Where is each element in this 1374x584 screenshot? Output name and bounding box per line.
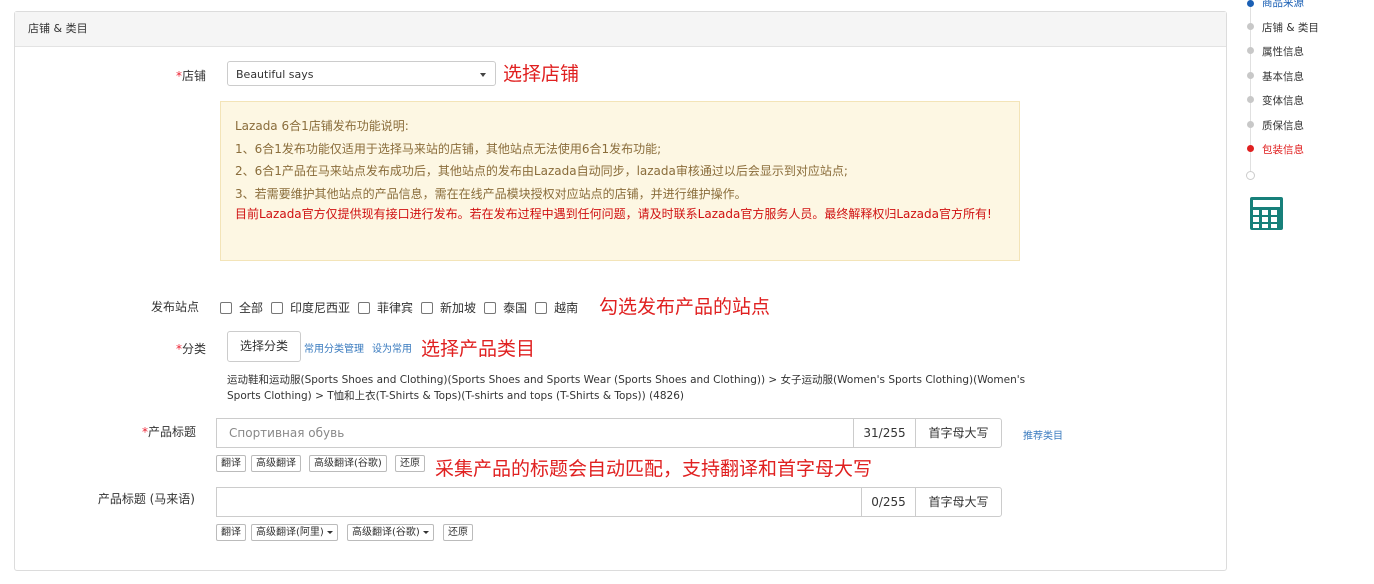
- site-checkbox-singapore[interactable]: 新加坡: [421, 299, 476, 316]
- nav-item-package[interactable]: 包装信息: [1262, 142, 1304, 157]
- product-title-input[interactable]: Спортивная обувь: [216, 418, 854, 448]
- category-annotation: 选择产品类目: [421, 338, 536, 360]
- nav-dot: [1247, 121, 1254, 128]
- malay-advanced-translate-ali-button[interactable]: 高级翻译(阿里): [251, 524, 338, 541]
- caret-down-icon: [326, 530, 333, 534]
- set-common-link[interactable]: 设为常用: [372, 340, 412, 355]
- malay-restore-button[interactable]: 还原: [443, 524, 473, 541]
- malay-advanced-translate-google-button[interactable]: 高级翻译(谷歌): [347, 524, 434, 541]
- advanced-translate-google-button[interactable]: 高级翻译(谷歌): [309, 455, 387, 472]
- nav-item-basic[interactable]: 基本信息: [1262, 69, 1304, 84]
- recommend-category-link[interactable]: 推荐类目: [1023, 427, 1063, 442]
- shop-annotation: 选择店铺: [503, 63, 580, 85]
- notice-line: 3、若需要维护其他站点的产品信息，需在在线产品模块授权对应站点的店铺，并进行维护…: [235, 186, 747, 201]
- nav-item-variants[interactable]: 变体信息: [1262, 93, 1304, 108]
- malay-title-input[interactable]: [216, 487, 862, 517]
- title-annotation: 采集产品的标题会自动匹配，支持翻译和首字母大写: [435, 458, 873, 480]
- nav-item-store-category[interactable]: 店铺 & 类目: [1262, 20, 1319, 35]
- sites-annotation: 勾选发布产品的站点: [599, 296, 771, 318]
- malay-char-counter: 0/255: [861, 487, 916, 517]
- malay-translate-button[interactable]: 翻译: [216, 524, 246, 541]
- calculator-icon[interactable]: [1250, 197, 1283, 230]
- shop-select-value: Beautiful says: [236, 68, 314, 81]
- notice-box: Lazada 6合1店铺发布功能说明: 1、6合1发布功能仅适用于选择马来站的店…: [220, 101, 1020, 261]
- site-checkbox-indonesia[interactable]: 印度尼西亚: [271, 299, 350, 316]
- product-title-label: *产品标题: [141, 425, 196, 439]
- checkbox[interactable]: [484, 301, 497, 314]
- checkbox[interactable]: [421, 301, 434, 314]
- sites-checkbox-group: 全部 印度尼西亚 菲律宾 新加坡 泰国 越南: [220, 299, 586, 316]
- shop-select[interactable]: Beautiful says: [227, 61, 496, 86]
- restore-button[interactable]: 还原: [395, 455, 425, 472]
- nav-item-source[interactable]: 商品来源: [1262, 0, 1304, 10]
- capitalize-button[interactable]: 首字母大写: [915, 418, 1002, 448]
- title-char-counter: 31/255: [853, 418, 916, 448]
- caret-down-icon: [422, 530, 429, 534]
- shop-label: *店铺: [175, 69, 206, 83]
- notice-line: 1、6合1发布功能仅适用于选择马来站的店铺，其他站点无法使用6合1发布功能;: [235, 141, 662, 156]
- nav-dot-active: [1247, 0, 1254, 7]
- advanced-translate-button[interactable]: 高级翻译: [251, 455, 301, 472]
- nav-dot: [1247, 23, 1254, 30]
- translate-button[interactable]: 翻译: [216, 455, 246, 472]
- site-checkbox-vietnam[interactable]: 越南: [535, 299, 578, 316]
- sites-label: 发布站点: [150, 300, 199, 314]
- nav-dot: [1247, 47, 1254, 54]
- nav-item-warranty[interactable]: 质保信息: [1262, 118, 1304, 133]
- malay-capitalize-button[interactable]: 首字母大写: [915, 487, 1002, 517]
- nav-dot-error: [1247, 145, 1254, 152]
- site-checkbox-philippines[interactable]: 菲律宾: [358, 299, 413, 316]
- malay-title-label: 产品标题 (马来语): [97, 492, 195, 506]
- nav-dot: [1247, 72, 1254, 79]
- chevron-down-icon: [480, 73, 486, 77]
- nav-dot-end: [1246, 171, 1255, 180]
- notice-warning: 目前Lazada官方仅提供现有接口进行发布。若在发布过程中遇到任何问题，请及时联…: [235, 207, 992, 221]
- site-checkbox-all[interactable]: 全部: [220, 299, 263, 316]
- category-path: 运动鞋和运动服(Sports Shoes and Clothing)(Sport…: [227, 374, 1026, 402]
- nav-dot: [1247, 96, 1254, 103]
- nav-item-attributes[interactable]: 属性信息: [1262, 44, 1304, 59]
- notice-title: Lazada 6合1店铺发布功能说明:: [235, 119, 409, 133]
- checkbox[interactable]: [271, 301, 284, 314]
- site-checkbox-thailand[interactable]: 泰国: [484, 299, 527, 316]
- panel-title: 店铺 & 类目: [15, 12, 1226, 47]
- category-label: *分类: [175, 342, 206, 356]
- manage-categories-link[interactable]: 常用分类管理: [304, 340, 364, 355]
- checkbox[interactable]: [535, 301, 548, 314]
- checkbox[interactable]: [220, 301, 232, 314]
- checkbox[interactable]: [358, 301, 371, 314]
- select-category-button[interactable]: 选择分类: [227, 331, 301, 362]
- notice-line: 2、6合1产品在马来站点发布成功后，其他站点的发布由Lazada自动同步，laz…: [235, 164, 848, 178]
